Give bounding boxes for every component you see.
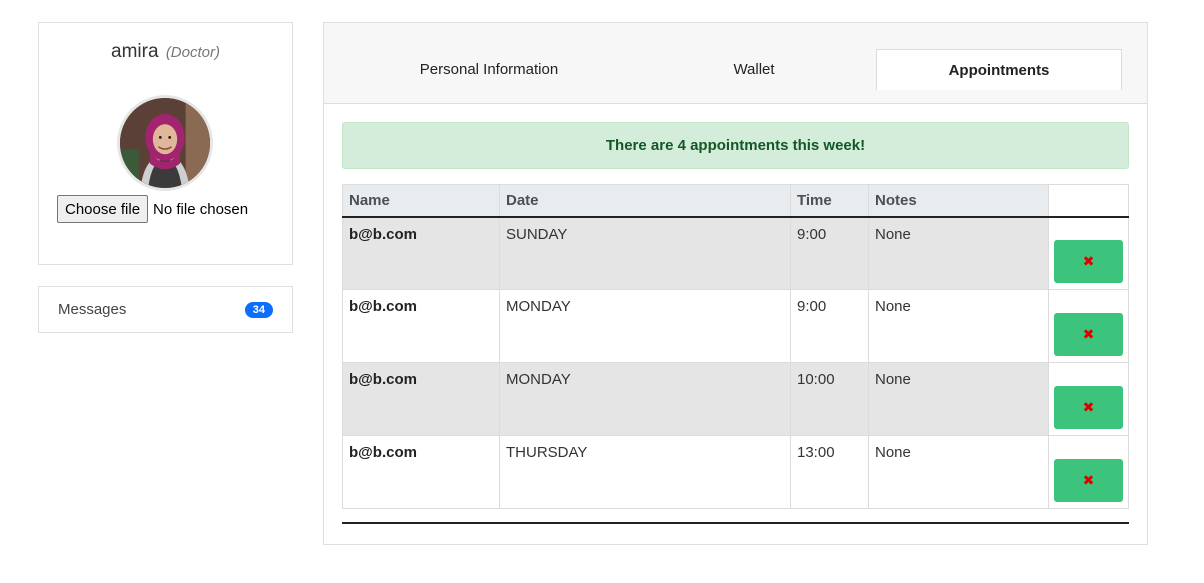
cell-notes: None: [868, 362, 1049, 436]
close-icon: ✖: [1082, 253, 1095, 270]
table-row: b@b.com MONDAY 9:00 None ✖: [342, 289, 1129, 363]
cell-date: THURSDAY: [499, 435, 791, 509]
choose-file-button[interactable]: Choose file: [57, 195, 149, 223]
messages-link[interactable]: Messages 34: [38, 286, 293, 333]
tab-wallet[interactable]: Wallet: [629, 49, 879, 90]
cell-actions: ✖: [1048, 362, 1129, 436]
profile-card: amira (Doctor) Choose file No file chose…: [38, 22, 293, 265]
table-header-row: Name Date Time Notes: [342, 184, 1129, 218]
cell-actions: ✖: [1048, 289, 1129, 363]
avatar: [117, 95, 213, 191]
main-panel: Personal Information Wallet Appointments…: [323, 22, 1148, 545]
cell-date: MONDAY: [499, 362, 791, 436]
cell-time: 13:00: [790, 435, 869, 509]
cell-actions: ✖: [1048, 435, 1129, 509]
close-icon: ✖: [1082, 399, 1095, 415]
messages-label: Messages: [58, 301, 127, 318]
table-row: b@b.com MONDAY 10:00 None ✖: [342, 362, 1129, 436]
tab-personal-information[interactable]: Personal Information: [364, 49, 614, 90]
column-header-time: Time: [790, 184, 869, 218]
file-status: No file chosen: [153, 200, 249, 218]
table-row: b@b.com THURSDAY 13:00 None ✖: [342, 435, 1129, 509]
divider: [342, 522, 1129, 524]
profile-name-line: amira (Doctor): [39, 41, 292, 63]
table-row: b@b.com SUNDAY 9:00 None ✖: [342, 216, 1129, 290]
profile-name: amira: [111, 41, 159, 62]
cell-name: b@b.com: [342, 435, 500, 509]
cell-time: 10:00: [790, 362, 869, 436]
column-header-name: Name: [342, 184, 500, 218]
cell-time: 9:00: [790, 289, 869, 363]
cell-date: SUNDAY: [499, 216, 791, 290]
column-header-actions: [1048, 184, 1129, 218]
cell-notes: None: [868, 216, 1049, 290]
profile-role: (Doctor): [165, 44, 220, 61]
appointments-table: Name Date Time Notes b@b.com SUNDAY 9:00…: [342, 184, 1129, 509]
cell-date: MONDAY: [499, 289, 791, 363]
delete-appointment-button[interactable]: ✖: [1054, 385, 1123, 429]
file-upload: Choose file No file chosen: [57, 195, 248, 223]
tab-appointments[interactable]: Appointments: [876, 49, 1122, 90]
delete-appointment-button[interactable]: ✖: [1054, 312, 1123, 356]
appointments-alert: There are 4 appointments this week!: [342, 122, 1129, 169]
cell-notes: None: [868, 289, 1049, 363]
cell-notes: None: [868, 435, 1049, 509]
tab-bar: Personal Information Wallet Appointments: [324, 23, 1147, 104]
column-header-date: Date: [499, 184, 791, 218]
cell-name: b@b.com: [342, 362, 500, 436]
avatar-photo: [120, 98, 210, 188]
cell-name: b@b.com: [342, 289, 500, 363]
messages-count-badge: 34: [244, 301, 273, 318]
cell-time: 9:00: [790, 216, 869, 290]
column-header-notes: Notes: [868, 184, 1049, 218]
delete-appointment-button[interactable]: ✖: [1054, 458, 1123, 502]
close-icon: ✖: [1082, 326, 1095, 342]
delete-appointment-button[interactable]: ✖: [1054, 239, 1123, 283]
cell-actions: ✖: [1048, 216, 1129, 290]
close-icon: ✖: [1082, 472, 1095, 488]
cell-name: b@b.com: [342, 216, 500, 290]
